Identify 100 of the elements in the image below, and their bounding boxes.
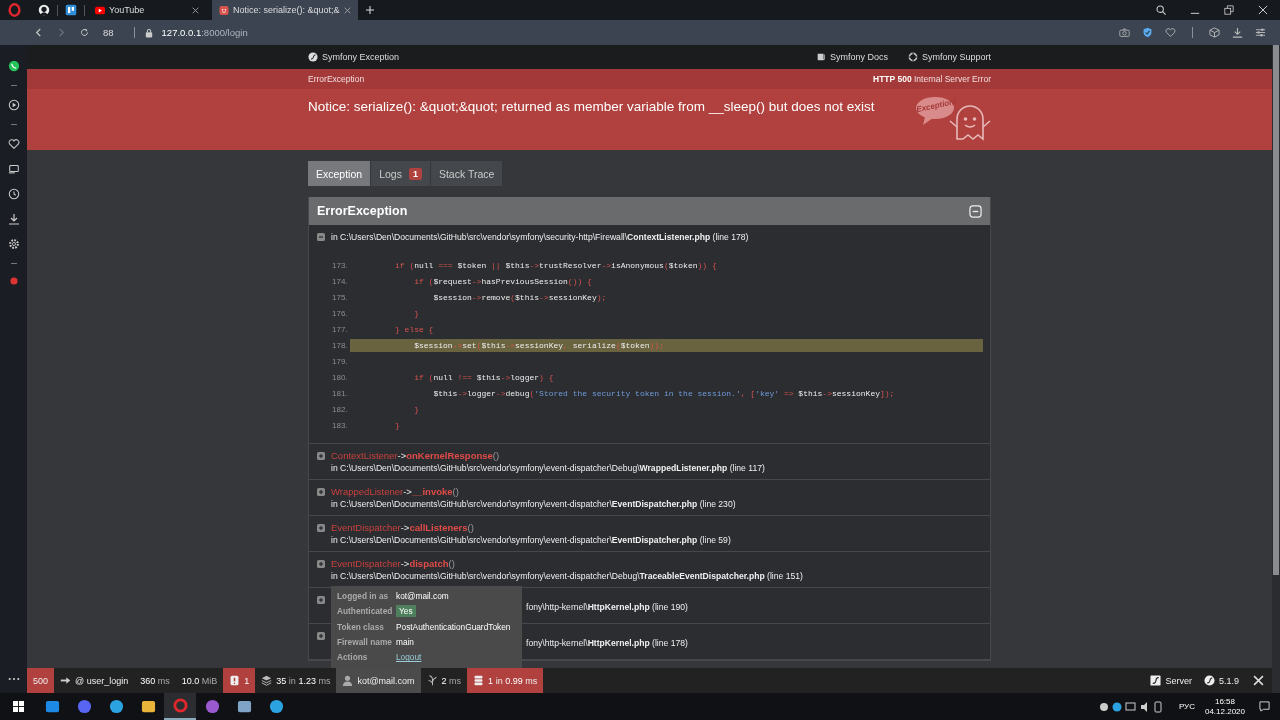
person-icon bbox=[342, 675, 354, 686]
field-value: kot@mail.com bbox=[396, 590, 449, 601]
clock-icon[interactable] bbox=[7, 188, 20, 200]
database-item[interactable]: 1 in 0.99 ms bbox=[467, 668, 544, 693]
heart-icon[interactable] bbox=[7, 138, 20, 150]
line-number: 181. bbox=[332, 388, 349, 398]
exception-class: ErrorException bbox=[308, 74, 365, 84]
cube-icon[interactable] bbox=[1209, 27, 1220, 38]
memory-item[interactable]: 10.0 MiB bbox=[175, 668, 224, 693]
notification-icon[interactable] bbox=[1259, 701, 1270, 712]
close-icon[interactable] bbox=[192, 6, 199, 14]
file-path: fony\http-kernel\HttpKernel.php (line 190) bbox=[526, 601, 688, 613]
reload-icon[interactable] bbox=[80, 28, 89, 37]
expand-icon[interactable] bbox=[317, 488, 325, 496]
expand-icon[interactable] bbox=[317, 596, 325, 604]
file-path: in C:\Users\Den\Documents\GitHub\src\vendor\symfony\event-dispatcher\EventDispatcher.php (line 59) bbox=[331, 534, 731, 546]
symfony-logo-icon bbox=[308, 52, 318, 62]
file-path: in C:\Users\Den\Documents\GitHub\src\vendor\symfony\event-dispatcher\Debug\WrappedListener.php (line 117) bbox=[331, 462, 765, 474]
page-tab[interactable]: Logs 1 bbox=[371, 161, 430, 186]
version-item[interactable]: 5.1.9 bbox=[1197, 668, 1245, 693]
expand-icon[interactable] bbox=[317, 452, 325, 460]
field-label: Firewall name bbox=[337, 636, 393, 647]
clock[interactable]: 16:58 04.12.2020 bbox=[1204, 696, 1245, 717]
address-field[interactable]: 127.0.0.1:8000/login bbox=[144, 25, 252, 40]
error-message: Notice: serialize(): &quot;&quot; returned as member variable from __sleep() but does not exist bbox=[308, 99, 876, 114]
field-label: Logged in as bbox=[337, 590, 390, 601]
download-icon[interactable] bbox=[7, 213, 20, 225]
close-icon[interactable] bbox=[1258, 5, 1268, 15]
phone-chat-icon[interactable] bbox=[7, 60, 20, 72]
call-signature: ContextListener->onKernelResponse() bbox=[331, 450, 501, 462]
code-line: if (null === $token || $this->trustResolver->isAnonymous($token)) { bbox=[394, 259, 718, 272]
brand-link[interactable]: Symfony Exception bbox=[308, 52, 400, 62]
settings-icon[interactable] bbox=[1255, 27, 1266, 38]
code-line: if ($request->hasPreviousSession()) { bbox=[413, 275, 593, 288]
speed-dial-button[interactable]: 88 bbox=[103, 27, 114, 38]
docs-link[interactable]: Symfony Docs bbox=[815, 52, 888, 62]
file-path: in C:\Users\Den\Documents\GitHub\src\vendor\symfony\event-dispatcher\EventDispatcher.php (line 230) bbox=[331, 498, 736, 510]
status-badge: Yes bbox=[396, 605, 416, 618]
page-tab[interactable]: Stack Trace bbox=[430, 161, 503, 186]
http-status: HTTP 500 Internal Server Error bbox=[873, 74, 991, 84]
database-icon bbox=[473, 675, 485, 686]
code-line: } bbox=[413, 403, 420, 416]
route-item[interactable]: @ user_login bbox=[54, 668, 135, 693]
browser-tab[interactable]: Notice: serialize(): &quot;& bbox=[212, 0, 358, 20]
panel-title: ErrorException bbox=[317, 204, 408, 218]
opera-logo-icon[interactable] bbox=[8, 3, 21, 17]
line-number: 177. bbox=[332, 324, 349, 334]
twig-item[interactable]: 2 ms bbox=[420, 668, 468, 693]
file-path: in C:\Users\Den\Documents\GitHub\src\vendor\symfony\event-dispatcher\Debug\TraceableEventDispatcher.php (line 151) bbox=[331, 570, 803, 582]
expand-icon[interactable] bbox=[317, 524, 325, 532]
alert-icon bbox=[229, 675, 241, 686]
play-icon[interactable] bbox=[7, 99, 20, 111]
download-icon[interactable] bbox=[1232, 27, 1243, 38]
line-number: 176. bbox=[332, 308, 349, 318]
call-signature: WrappedListener->__invoke() bbox=[331, 486, 460, 498]
taskbar-app[interactable] bbox=[164, 693, 196, 720]
line-number: 182. bbox=[332, 404, 349, 414]
file-path: fony\http-kernel\HttpKernel.php (line 178) bbox=[526, 637, 688, 649]
logs-item[interactable]: 1 bbox=[223, 668, 256, 693]
camera-icon[interactable] bbox=[1119, 27, 1130, 38]
line-number: 179. bbox=[332, 356, 349, 366]
time-item[interactable]: 360 ms bbox=[134, 668, 176, 693]
shield-icon[interactable] bbox=[1142, 27, 1153, 38]
expand-icon[interactable] bbox=[317, 560, 325, 568]
status-code[interactable]: 500 bbox=[27, 668, 55, 693]
cache-item[interactable]: 35 in 1.23 ms bbox=[255, 668, 337, 693]
field-label: Actions bbox=[337, 652, 369, 663]
field-label: Token class bbox=[337, 621, 385, 632]
browser-tab[interactable]: YouTube bbox=[88, 0, 206, 20]
app-dot-icon[interactable] bbox=[9, 277, 18, 285]
code-line: } bbox=[413, 307, 420, 320]
windows-logo-icon[interactable] bbox=[13, 701, 24, 712]
field-value: PostAuthenticationGuardToken bbox=[396, 621, 511, 632]
language-indicator[interactable]: РУС bbox=[1178, 702, 1195, 711]
heart-icon[interactable] bbox=[1165, 27, 1176, 38]
scrollbar[interactable] bbox=[1272, 45, 1280, 693]
monitor-icon[interactable] bbox=[7, 163, 20, 175]
lifebuoy-icon bbox=[907, 52, 918, 62]
user-item[interactable]: kot@mail.com bbox=[336, 668, 421, 693]
settings-icon[interactable] bbox=[7, 238, 20, 250]
plus-icon[interactable] bbox=[365, 6, 374, 14]
code-line: if (null !== $this->logger) { bbox=[413, 371, 555, 384]
board-icon[interactable] bbox=[65, 4, 77, 16]
play-icon bbox=[95, 5, 105, 15]
call-signature: EventDispatcher->dispatch() bbox=[331, 558, 456, 570]
support-link[interactable]: Symfony Support bbox=[907, 52, 991, 62]
collapse-icon[interactable] bbox=[969, 204, 982, 218]
line-number: 173. bbox=[332, 260, 349, 270]
code-line: } bbox=[394, 419, 401, 432]
restore-icon[interactable] bbox=[1224, 5, 1234, 15]
page-tab[interactable]: Exception bbox=[308, 161, 371, 186]
expand-icon[interactable] bbox=[317, 632, 325, 640]
line-number: 175. bbox=[332, 292, 349, 302]
file-path: in C:\Users\Den\Documents\GitHub\src\vendor\symfony\security-http\Firewall\ContextListener.php (line 178) bbox=[331, 231, 749, 243]
ring-icon bbox=[172, 698, 188, 713]
count-badge: 1 bbox=[408, 167, 422, 180]
back-icon[interactable] bbox=[34, 28, 43, 37]
logout-link[interactable]: Logout bbox=[396, 652, 422, 663]
server-item[interactable]: Server bbox=[1144, 668, 1198, 693]
search-icon[interactable] bbox=[1156, 5, 1166, 15]
